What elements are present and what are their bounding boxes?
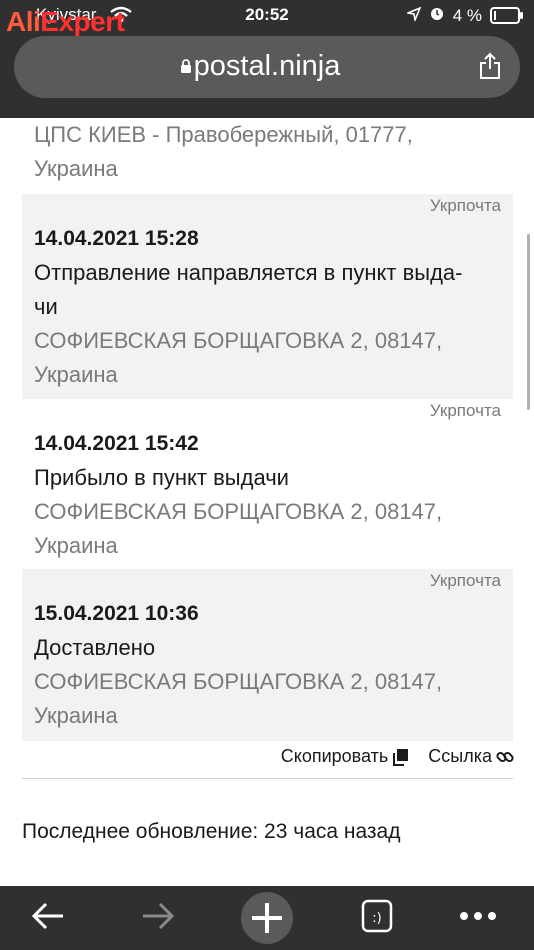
event-source: Укрпочта: [429, 401, 501, 420]
url-text[interactable]: postal.ninja: [14, 50, 520, 83]
event-status: Доставлено: [34, 635, 156, 660]
back-icon[interactable]: [28, 896, 68, 941]
battery-fill: [494, 11, 496, 20]
tracking-event: Укрпочта 15.04.2021 10:36 Доставлено СОФ…: [22, 569, 513, 741]
tracking-event: Укрпочта 14.04.2021 15:42 Прибыло в пунк…: [22, 399, 513, 569]
share-icon[interactable]: [478, 52, 502, 85]
browser-toolbar: :): [0, 886, 534, 950]
scrollbar[interactable]: [527, 234, 530, 410]
event-location-country: Украина: [34, 533, 118, 558]
address-bar[interactable]: postal.ninja: [14, 36, 520, 98]
tracking-event: Укрпочта 14.04.2021 15:28 Отправление на…: [22, 194, 513, 399]
link-icon: [496, 748, 514, 766]
link-button[interactable]: Ссылка: [428, 746, 514, 767]
event-date: 14.04.2021 15:42: [34, 432, 199, 455]
copy-icon: [392, 748, 410, 766]
watermark-logo: AliExpert: [6, 6, 125, 37]
new-tab-icon[interactable]: [240, 891, 294, 950]
last-update-text: Последнее обновление: 23 часа назад: [22, 820, 401, 843]
event-status-cont: чи: [34, 294, 58, 319]
event-location: СОФИЕВСКАЯ БОРЩАГОВКА 2, 08147,: [34, 328, 443, 353]
more-icon[interactable]: [456, 896, 500, 941]
previous-event-location: ЦПС КИЕВ - Правобережный, 01777, Украина: [34, 122, 413, 181]
event-source: Укрпочта: [429, 571, 501, 590]
battery-icon: [490, 7, 523, 24]
battery-percent: 4 %: [452, 5, 482, 25]
event-location: СОФИЕВСКАЯ БОРЩАГОВКА 2, 08147,: [34, 499, 443, 524]
svg-text::): :): [372, 911, 381, 926]
event-location-country: Украина: [34, 703, 118, 728]
divider: [22, 778, 513, 779]
event-date: 14.04.2021 15:28: [34, 227, 199, 250]
event-location-country: Украина: [34, 362, 118, 387]
tabs-icon[interactable]: :): [360, 896, 394, 941]
event-date: 15.04.2021 10:36: [34, 602, 199, 625]
copy-button[interactable]: Скопировать: [281, 746, 411, 767]
event-status: Отправление направляется в пункт выда-: [34, 260, 463, 285]
event-source: Укрпочта: [429, 196, 501, 215]
alarm-icon: [429, 5, 445, 26]
event-location: СОФИЕВСКАЯ БОРЩАГОВКА 2, 08147,: [34, 669, 443, 694]
event-status: Прибыло в пункт выдачи: [34, 465, 289, 490]
forward-icon[interactable]: [138, 896, 178, 941]
tracking-page: ЦПС КИЕВ - Правобережный, 01777, Украина…: [0, 118, 534, 886]
location-arrow-icon: [404, 6, 422, 26]
browser-chrome-top: Kyivstar 20:52 4 % AliExpert postal.ninj…: [0, 0, 534, 118]
share-actions: Скопировать Ссылка: [281, 746, 514, 767]
